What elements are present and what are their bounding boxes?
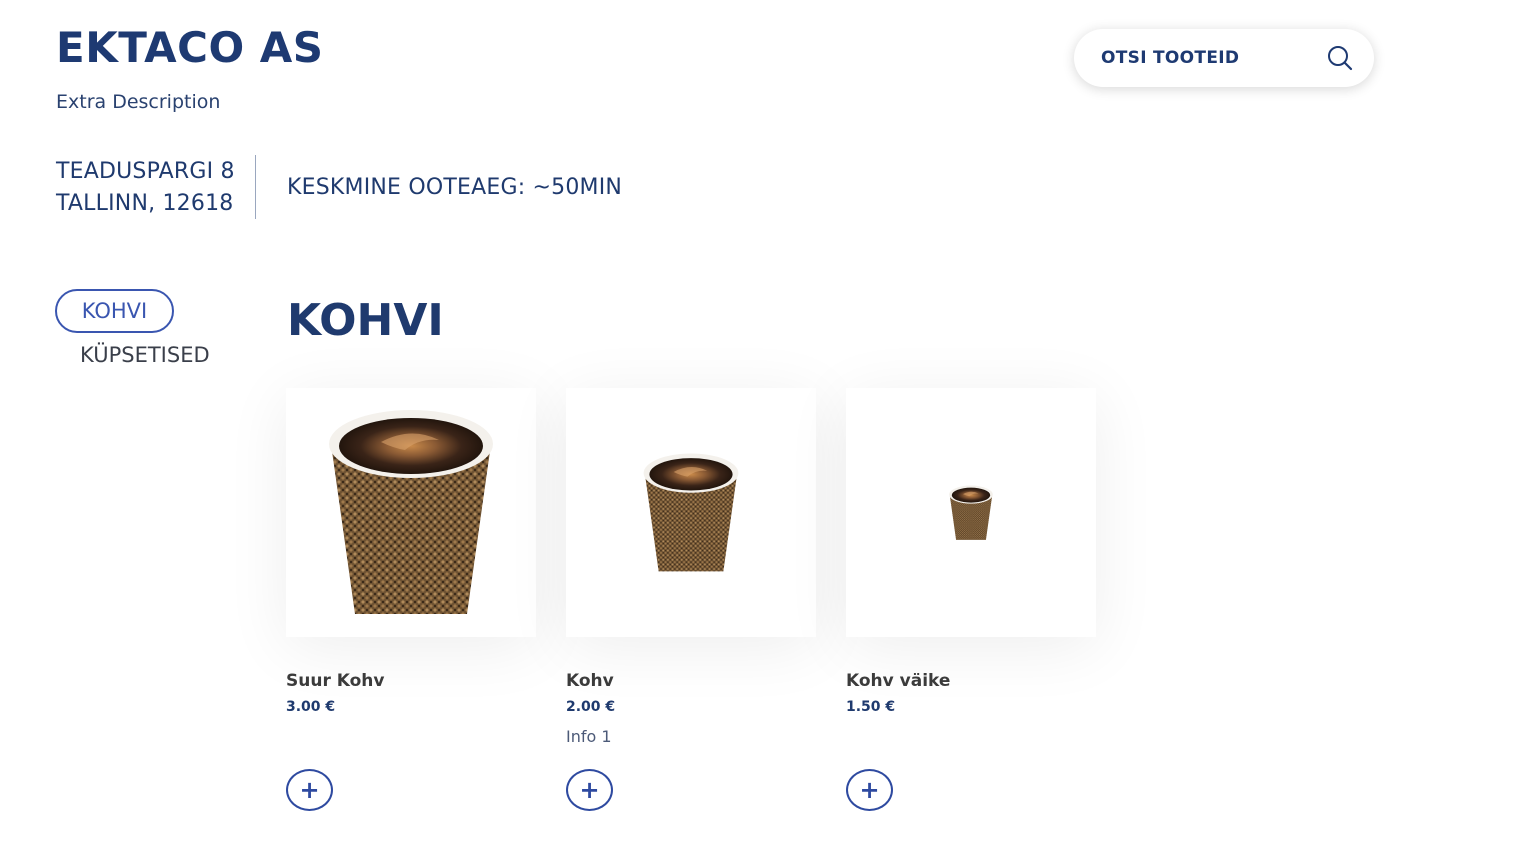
category-kohvi[interactable]: KOHVI xyxy=(55,289,174,333)
coffee-cup-icon xyxy=(949,485,993,540)
address-city: TALLINN, 12618 xyxy=(56,191,234,216)
product-grid: Suur Kohv 3.00 € + Kohv 2.00 € Info 1 + xyxy=(286,388,1096,811)
product-info xyxy=(846,727,1096,747)
product-name: Suur Kohv xyxy=(286,671,385,691)
store-description: Extra Description xyxy=(56,91,221,113)
product-image[interactable] xyxy=(846,388,1096,637)
search-icon[interactable] xyxy=(1326,44,1354,72)
product-name: Kohv xyxy=(566,671,614,691)
category-nav: KOHVI KÜPSETISED xyxy=(55,289,210,370)
product-price: 2.00 € xyxy=(566,699,616,715)
info-divider xyxy=(255,155,256,219)
store-address: TEADUSPARGI 8 TALLINN, 12618 xyxy=(56,156,235,220)
section-title: KOHVI xyxy=(287,295,444,346)
add-to-cart-button[interactable]: + xyxy=(846,769,893,811)
coffee-cup-icon xyxy=(643,452,739,571)
store-title: EKTACO AS xyxy=(56,23,324,72)
add-to-cart-button[interactable]: + xyxy=(286,769,333,811)
product-card[interactable]: Kohv väike 1.50 € + xyxy=(846,388,1096,811)
product-info: Info 1 xyxy=(566,727,612,746)
address-street: TEADUSPARGI 8 xyxy=(56,159,235,184)
category-kupsetised[interactable]: KÜPSETISED xyxy=(80,340,210,370)
store-page: EKTACO AS Extra Description OTSI TOOTEID… xyxy=(0,0,1536,851)
search-label: OTSI TOOTEID xyxy=(1101,48,1240,68)
add-to-cart-button[interactable]: + xyxy=(566,769,613,811)
product-info xyxy=(286,727,536,747)
search-box[interactable]: OTSI TOOTEID xyxy=(1074,29,1374,87)
product-name: Kohv väike xyxy=(846,671,951,691)
product-image[interactable] xyxy=(286,388,536,637)
product-image[interactable] xyxy=(566,388,816,637)
product-card[interactable]: Suur Kohv 3.00 € + xyxy=(286,388,536,811)
product-price: 1.50 € xyxy=(846,699,896,715)
average-wait-time: KESKMINE OOTEAEG: ~50MIN xyxy=(287,175,623,200)
product-price: 3.00 € xyxy=(286,699,336,715)
coffee-cup-icon xyxy=(329,409,493,614)
product-card[interactable]: Kohv 2.00 € Info 1 + xyxy=(566,388,816,811)
